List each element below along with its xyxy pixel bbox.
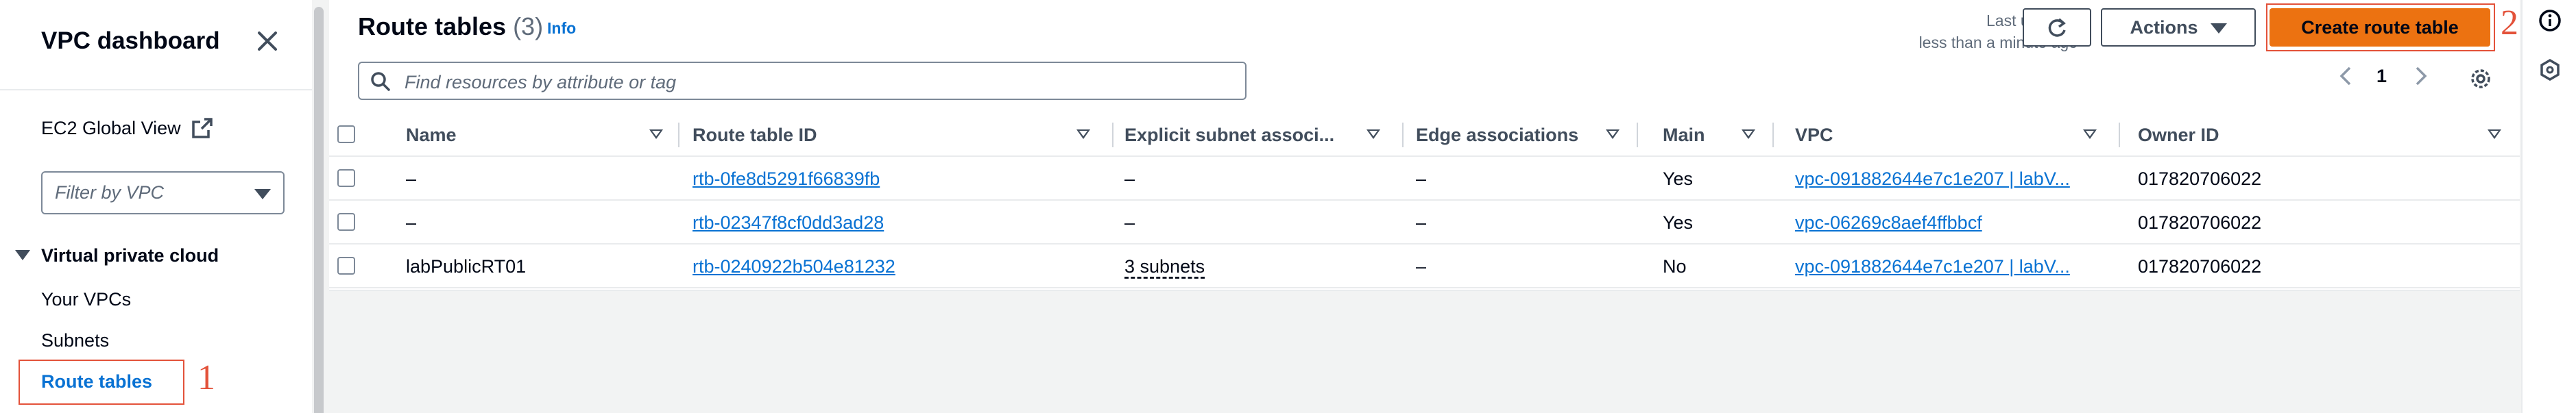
sidebar-scrollbar[interactable] (312, 0, 326, 413)
refresh-icon (2048, 18, 2066, 37)
filter-by-vpc-select[interactable]: Filter by VPC (41, 171, 285, 214)
cell-owner-id: 017820706022 (2138, 168, 2262, 189)
sort-icon[interactable] (2083, 129, 2097, 139)
route-table-id-link[interactable]: rtb-0240922b504e81232 (693, 245, 1097, 288)
page-number[interactable]: 1 (2376, 66, 2387, 87)
chevron-right-icon (2416, 66, 2427, 86)
column-header-owner-id[interactable]: Owner ID (2138, 113, 2344, 157)
table-row[interactable]: – rtb-0fe8d5291f66839fb – – Yes vpc-0918… (329, 157, 2520, 201)
next-page-button[interactable] (2414, 66, 2429, 91)
annotation-number-2: 2 (2501, 3, 2518, 42)
cell-owner-id: 017820706022 (2138, 212, 2262, 233)
side-navigation: VPC dashboard EC2 Global View Filter by … (0, 0, 312, 413)
cell-subnet-associations[interactable]: 3 subnets (1124, 245, 1392, 288)
column-separator[interactable] (678, 123, 679, 147)
info-circle-icon[interactable] (2538, 8, 2562, 33)
route-tables-panel: Route tables (3) Info Last updated less … (329, 0, 2520, 291)
chevron-left-icon (2339, 66, 2351, 86)
column-header-main[interactable]: Main (1663, 113, 1745, 157)
chevron-down-icon (2210, 23, 2227, 34)
cell-name: – (406, 212, 417, 233)
search-placeholder: Find resources by attribute or tag (405, 72, 677, 92)
cell-name: – (406, 168, 417, 189)
sort-icon[interactable] (1076, 129, 1090, 139)
previous-page-button[interactable] (2338, 66, 2353, 91)
scrollbar-thumb[interactable] (314, 7, 324, 413)
sort-icon[interactable] (2488, 129, 2501, 139)
cell-edge-associations: – (1416, 168, 1427, 189)
row-checkbox[interactable] (337, 257, 355, 275)
sort-icon[interactable] (649, 129, 663, 139)
cell-edge-associations: – (1416, 256, 1427, 277)
search-icon (371, 72, 390, 91)
right-tools-rail (2521, 0, 2576, 413)
table-row[interactable]: labPublicRT01 rtb-0240922b504e81232 3 su… (329, 245, 2520, 288)
caret-down-icon (15, 250, 30, 261)
cell-subnet-associations: – (1124, 212, 1135, 233)
table-row[interactable]: – rtb-02347f8cf0dd3ad28 – – Yes vpc-0626… (329, 201, 2520, 245)
column-header-route-table-id[interactable]: Route table ID (693, 113, 898, 157)
table-header: Name Route table ID Explicit subnet asso… (329, 113, 2520, 157)
sidebar-item-subnets[interactable]: Subnets (41, 330, 109, 351)
route-table-id-link[interactable]: rtb-02347f8cf0dd3ad28 (693, 201, 1097, 245)
external-link-icon (192, 118, 213, 138)
filter-placeholder: Filter by VPC (55, 182, 165, 203)
cell-subnet-associations: – (1124, 168, 1135, 189)
cell-main: Yes (1663, 212, 1694, 233)
column-header-edge-associations[interactable]: Edge associations (1416, 113, 1622, 157)
sidebar-section-virtual-private-cloud[interactable]: Virtual private cloud (15, 245, 219, 266)
sort-icon[interactable] (1606, 129, 1620, 139)
vpc-link[interactable]: vpc-06269c8aef4ffbbcf (1795, 201, 2104, 245)
row-checkbox[interactable] (337, 213, 355, 231)
close-icon[interactable] (254, 27, 281, 55)
chevron-down-icon (254, 189, 271, 199)
column-separator[interactable] (1112, 123, 1114, 147)
main-content: Route tables (3) Info Last updated less … (326, 0, 2521, 413)
route-table-id-link[interactable]: rtb-0fe8d5291f66839fb (693, 157, 1097, 201)
item-count: (3) (513, 12, 544, 40)
cell-owner-id: 017820706022 (2138, 256, 2262, 277)
sidebar-title: VPC dashboard (41, 27, 220, 54)
row-checkbox[interactable] (337, 169, 355, 187)
annotation-box-2 (2266, 3, 2495, 51)
settings-icon[interactable] (2468, 66, 2493, 91)
column-header-explicit-subnet-associations[interactable]: Explicit subnet associ... (1124, 113, 1337, 157)
actions-dropdown-button[interactable]: Actions (2101, 8, 2256, 47)
sidebar-item-your-vpcs[interactable]: Your VPCs (41, 289, 131, 310)
cell-main: Yes (1663, 168, 1694, 189)
column-separator[interactable] (2119, 123, 2120, 147)
sidebar-item-ec2-global-view[interactable]: EC2 Global View (41, 118, 181, 139)
column-separator[interactable] (1637, 123, 1638, 147)
column-header-vpc[interactable]: VPC (1795, 113, 1932, 157)
cell-name: labPublicRT01 (406, 256, 527, 277)
vpc-link[interactable]: vpc-091882644e7c1e207 | labV... (1795, 157, 2104, 201)
search-input[interactable]: Find resources by attribute or tag (358, 62, 1247, 100)
cell-edge-associations: – (1416, 212, 1427, 233)
cell-main: No (1663, 256, 1687, 277)
annotation-number-1: 1 (197, 358, 215, 397)
column-header-name[interactable]: Name (406, 113, 612, 157)
vpc-link[interactable]: vpc-091882644e7c1e207 | labV... (1795, 245, 2104, 288)
select-all-checkbox[interactable] (337, 125, 355, 143)
sidebar-divider (0, 89, 312, 90)
refresh-button[interactable] (2023, 8, 2091, 47)
info-link[interactable]: Info (547, 19, 576, 38)
sort-icon[interactable] (1742, 129, 1755, 139)
page-title: Route tables (3) (358, 12, 544, 40)
security-icon[interactable] (2538, 58, 2562, 82)
sort-icon[interactable] (1367, 129, 1380, 139)
annotation-box-1 (19, 360, 184, 405)
column-separator[interactable] (1772, 123, 1774, 147)
column-separator[interactable] (1402, 123, 1404, 147)
